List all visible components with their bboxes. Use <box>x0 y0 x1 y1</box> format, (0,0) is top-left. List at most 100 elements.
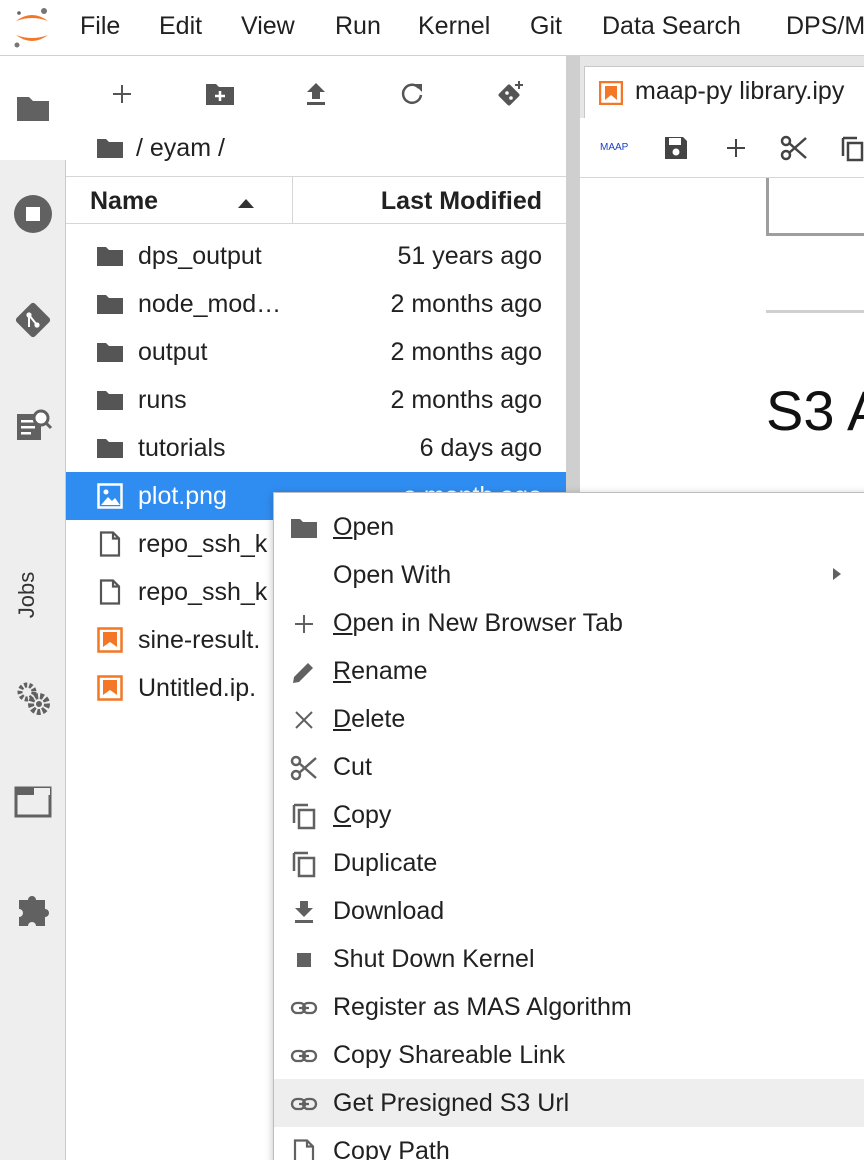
folder-icon <box>96 291 124 317</box>
image-icon <box>96 483 124 509</box>
file-icon <box>96 531 124 557</box>
submenu-arrow-icon <box>832 567 842 586</box>
link-icon <box>290 1090 318 1118</box>
menu-item-copy-shareable-link[interactable]: Copy Shareable Link <box>274 1031 864 1079</box>
notebook-icon <box>96 627 124 653</box>
running-sessions-icon[interactable] <box>13 194 53 234</box>
menu-item-label: Delete <box>333 705 406 733</box>
menu-item-label: Rename <box>333 657 428 685</box>
menu-bar: File Edit View Run Kernel Git Data Searc… <box>0 0 864 56</box>
link-icon <box>290 994 318 1022</box>
output-cell-box <box>766 178 864 236</box>
menu-kernel[interactable]: Kernel <box>418 12 490 41</box>
refresh-button[interactable] <box>392 76 432 112</box>
column-divider[interactable] <box>292 177 293 223</box>
sort-ascending-icon[interactable] <box>238 195 254 213</box>
folder-icon <box>96 435 124 461</box>
file-name: runs <box>138 386 187 414</box>
file-name: output <box>138 338 208 366</box>
menu-item-label: Shut Down Kernel <box>333 945 535 973</box>
file-name: repo_ssh_k <box>138 530 268 558</box>
settings-gear-icon[interactable] <box>13 678 53 718</box>
data-search-icon[interactable] <box>13 406 53 446</box>
file-modified: 2 months ago <box>390 386 543 414</box>
new-launcher-button[interactable] <box>102 76 142 112</box>
file-row[interactable]: tutorials 6 days ago <box>66 424 566 472</box>
insert-cell-icon[interactable] <box>718 130 754 166</box>
folder-icon <box>96 339 124 365</box>
name-column-header[interactable]: Name <box>90 187 158 216</box>
menu-item-label: Cut <box>333 753 372 781</box>
horizontal-rule <box>766 310 864 313</box>
copy-icon <box>290 850 318 878</box>
menu-item-label: Download <box>333 897 445 925</box>
pencil-icon <box>290 658 318 686</box>
cut-cell-icon[interactable] <box>776 130 812 166</box>
tabs-icon[interactable] <box>13 782 53 822</box>
file-row[interactable]: node_mod… 2 months ago <box>66 280 566 328</box>
file-name: sine-result. <box>138 626 261 654</box>
folder-icon <box>96 243 124 269</box>
menu-item-get-presigned-s3-url[interactable]: Get Presigned S3 Url <box>274 1079 864 1127</box>
folder-icon[interactable] <box>13 88 53 128</box>
menu-item-label: Duplicate <box>333 849 438 877</box>
menu-item-shut-down-kernel[interactable]: Shut Down Kernel <box>274 935 864 983</box>
breadcrumb: / eyam / <box>96 130 225 166</box>
menu-data-search[interactable]: Data Search <box>602 12 741 41</box>
jobs-tab[interactable]: Jobs <box>14 568 48 628</box>
new-folder-button[interactable] <box>200 76 240 112</box>
extension-puzzle-icon[interactable] <box>13 888 53 928</box>
close-icon <box>290 706 318 734</box>
file-name: tutorials <box>138 434 226 462</box>
menu-item-download[interactable]: Download <box>274 887 864 935</box>
menu-item-copy-path[interactable]: Copy Path <box>274 1127 864 1160</box>
copy-cell-icon[interactable] <box>834 130 864 166</box>
menu-item-copy[interactable]: Copy <box>274 791 864 839</box>
save-icon[interactable] <box>658 130 694 166</box>
menu-file[interactable]: File <box>80 12 120 41</box>
menu-item-rename[interactable]: Rename <box>274 647 864 695</box>
jupyter-logo-icon[interactable] <box>10 5 54 51</box>
notebook-toolbar: MAAP <box>580 118 864 178</box>
menu-item-label: Register as MAS Algorithm <box>333 993 632 1021</box>
menu-run[interactable]: Run <box>335 12 381 41</box>
file-row[interactable]: output 2 months ago <box>66 328 566 376</box>
menu-view[interactable]: View <box>241 12 295 41</box>
plus-icon <box>290 610 318 638</box>
menu-item-duplicate[interactable]: Duplicate <box>274 839 864 887</box>
last-modified-column-header[interactable]: Last Modified <box>381 187 542 216</box>
menu-item-label: Get Presigned S3 Url <box>333 1089 570 1117</box>
notebook-icon <box>96 675 124 701</box>
menu-item-register-as-mas-algorithm[interactable]: Register as MAS Algorithm <box>274 983 864 1031</box>
file-icon <box>96 579 124 605</box>
menu-item-cut[interactable]: Cut <box>274 743 864 791</box>
maap-button[interactable]: MAAP <box>600 142 628 153</box>
breadcrumb-path[interactable]: / eyam / <box>136 134 225 163</box>
menu-git[interactable]: Git <box>530 12 562 41</box>
menu-item-open[interactable]: Open <box>274 503 864 551</box>
menu-dps[interactable]: DPS/M <box>786 12 864 41</box>
file-modified: 2 months ago <box>390 290 543 318</box>
file-modified: 51 years ago <box>397 242 542 270</box>
menu-edit[interactable]: Edit <box>159 12 202 41</box>
menu-item-label: Copy Shareable Link <box>333 1041 566 1069</box>
file-list-header: Name Last Modified <box>66 176 566 224</box>
markdown-heading: S3 A <box>766 379 864 442</box>
menu-item-open-in-new-browser-tab[interactable]: Open in New Browser Tab <box>274 599 864 647</box>
notebook-tab[interactable]: maap-py library.ipy <box>584 66 864 118</box>
scissors-icon <box>290 754 318 782</box>
jobs-label: Jobs <box>14 571 40 619</box>
upload-button[interactable] <box>296 76 336 112</box>
stop-icon <box>290 946 318 974</box>
file-name: Untitled.ip. <box>138 674 257 702</box>
menu-item-open-with[interactable]: Open With <box>274 551 864 599</box>
file-row[interactable]: dps_output 51 years ago <box>66 232 566 280</box>
folder-icon[interactable] <box>96 137 124 159</box>
menu-item-label: Open <box>333 513 395 541</box>
file-row[interactable]: runs 2 months ago <box>66 376 566 424</box>
menu-item-label: Copy <box>333 801 392 829</box>
git-clone-button[interactable] <box>490 76 530 112</box>
notebook-tab-label: maap-py library.ipy <box>635 77 845 105</box>
menu-item-delete[interactable]: Delete <box>274 695 864 743</box>
git-icon[interactable] <box>13 300 53 340</box>
